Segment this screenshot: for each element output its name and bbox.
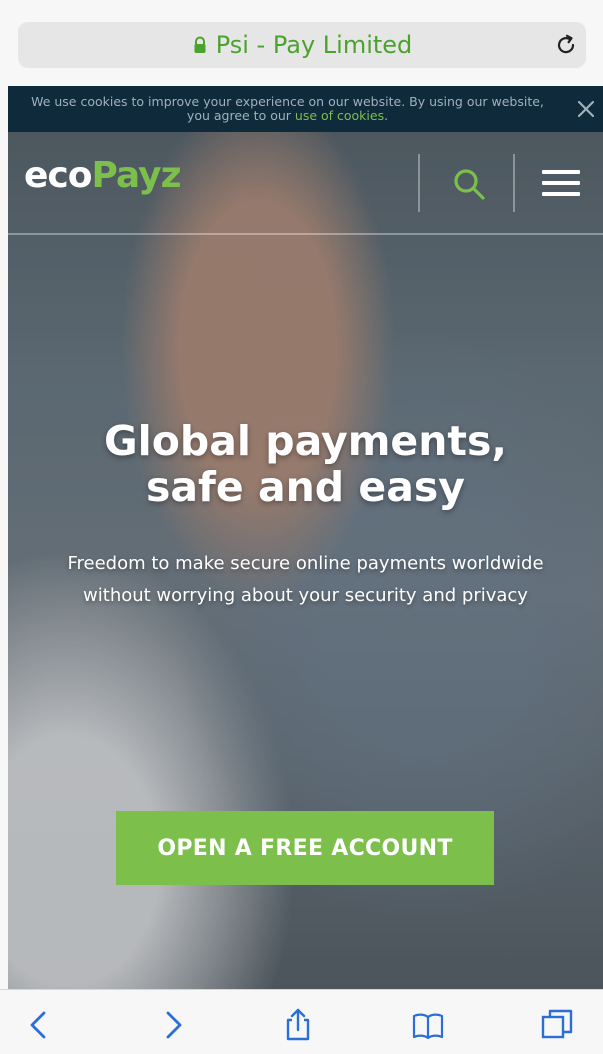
- cookie-policy-link[interactable]: use of cookies: [295, 108, 384, 123]
- headline-line-2: safe and easy: [145, 463, 466, 511]
- lock-icon: [194, 36, 206, 53]
- cookie-banner: We use cookies to improve your experienc…: [8, 86, 603, 132]
- bookmarks-icon[interactable]: [411, 1008, 445, 1042]
- cookie-text-after: .: [384, 108, 389, 123]
- menu-icon[interactable]: [542, 168, 580, 198]
- search-icon[interactable]: [451, 166, 487, 202]
- cookie-text-before: We use cookies to improve your experienc…: [31, 94, 544, 123]
- address-title: Psi - Pay Limited: [18, 22, 586, 68]
- hero-subheadline: Freedom to make secure online payments w…: [43, 548, 568, 612]
- subhead-line-1: Freedom to make secure online payments w…: [67, 553, 544, 574]
- page: Psi - Pay Limited We use cookies to impr…: [0, 0, 603, 1054]
- header-divider: [418, 154, 420, 212]
- browser-top-bar: Psi - Pay Limited: [0, 0, 603, 86]
- cookie-text: We use cookies to improve your experienc…: [18, 95, 557, 123]
- header-divider: [513, 154, 515, 212]
- back-icon[interactable]: [22, 1008, 56, 1042]
- header-separator: [8, 233, 603, 235]
- open-free-account-button[interactable]: OPEN A FREE ACCOUNT: [116, 811, 494, 885]
- tabs-icon[interactable]: [540, 1008, 574, 1042]
- hero-headline: Global payments, safe and easy: [48, 418, 563, 510]
- hero-section: ecoPayz Global payments, safe and easy F…: [8, 132, 603, 989]
- subhead-line-2: without worrying about your security and…: [83, 585, 528, 606]
- logo-eco: eco: [24, 155, 92, 196]
- reload-icon[interactable]: [554, 33, 578, 57]
- headline-line-1: Global payments,: [104, 417, 507, 465]
- share-icon[interactable]: [281, 1008, 315, 1042]
- browser-bottom-toolbar: [0, 989, 603, 1054]
- forward-icon[interactable]: [156, 1008, 190, 1042]
- ecopayz-logo[interactable]: ecoPayz: [24, 155, 182, 196]
- logo-payz: Payz: [91, 155, 182, 196]
- close-icon[interactable]: [575, 98, 597, 120]
- address-bar[interactable]: Psi - Pay Limited: [18, 22, 586, 68]
- site-title: Psi - Pay Limited: [215, 31, 413, 59]
